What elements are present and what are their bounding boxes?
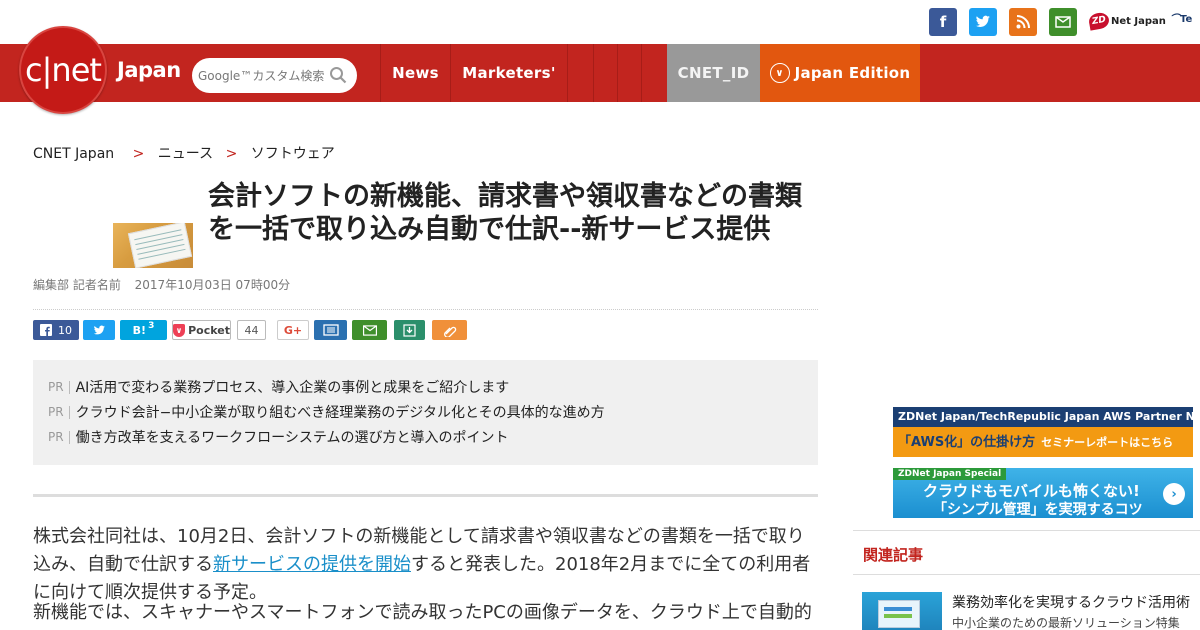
article-title: 会計ソフトの新機能、請求書や領収書などの書類を一括で取り込み自動で仕訳--新サー… [208, 181, 802, 245]
breadcrumb-level1[interactable]: ニュース [158, 146, 213, 162]
breadcrumb-level2[interactable]: ソフトウェア [251, 146, 335, 162]
mail-icon[interactable] [1049, 8, 1077, 36]
rss-icon[interactable] [1009, 8, 1037, 36]
article-byline: 編集部 記者名前 2017年10月03日 07時00分 [33, 276, 290, 293]
article-date: 2017年10月03日 07時00分 [134, 278, 291, 292]
chevron-right-icon: › [1163, 483, 1185, 505]
breadcrumb-separator: > [225, 146, 238, 162]
pocket-button[interactable]: ∨ Pocket [172, 320, 231, 340]
zdnet-logo[interactable]: ZD Net Japan [1087, 9, 1166, 33]
google-plus-button[interactable]: G+ [277, 320, 309, 340]
pr-item[interactable]: PR 働き方改革を支えるワークフローシステムの選び方と導入のポイント [48, 427, 508, 447]
section-divider [33, 494, 818, 497]
nav-empty-3[interactable] [617, 44, 641, 102]
facebook-icon [40, 324, 52, 336]
breadcrumb: CNET Japan > ニュース > ソフトウェア [33, 143, 335, 163]
search-input[interactable] [198, 67, 328, 85]
search-box [192, 58, 357, 93]
sidebar-section-header: 関連記事 [853, 530, 1200, 575]
mail-icon [362, 324, 377, 336]
email-share-button[interactable] [352, 320, 387, 340]
paperclip-icon [443, 326, 456, 337]
techrepublic-logo[interactable]: ⌒Te [1170, 10, 1192, 25]
nav-empty-1[interactable] [567, 44, 593, 102]
twitter-share-button[interactable] [83, 320, 115, 340]
nav-news[interactable]: News [380, 44, 450, 102]
cnet-logo[interactable]: c|net [19, 26, 107, 114]
facebook-share-button[interactable]: 10 [33, 320, 79, 340]
search-icon[interactable] [329, 66, 347, 84]
print-button[interactable] [314, 320, 347, 340]
chevron-down-icon: ∨ [769, 63, 790, 83]
twitter-icon[interactable] [969, 8, 997, 36]
cloud-banner[interactable]: ZDNet Japan Special クラウドもモバイルも怖くない! 「シンプ… [893, 468, 1193, 518]
nav-japan-edition[interactable]: ∨ Japan Edition [760, 44, 920, 102]
nav-cnet-id[interactable]: CNET_ID [667, 44, 760, 102]
article-author: 編集部 記者名前 [33, 278, 121, 292]
nav-empty-4[interactable] [641, 44, 667, 102]
breadcrumb-home[interactable]: CNET Japan [33, 146, 114, 162]
sidebar-heading: 関連記事 [863, 546, 924, 564]
related-title[interactable]: 業務効率化を実現するクラウド活用術 [952, 592, 1190, 612]
article-thumbnail [113, 223, 193, 268]
logo-japan-label: Japan [117, 58, 181, 82]
nav-empty-2[interactable] [593, 44, 617, 102]
utility-bar: f ZD Net Japan ⌒Te [0, 0, 1200, 44]
pr-tag: PR [48, 405, 70, 419]
article-paragraph: 株式会社同社は、10月2日、会計ソフトの新機能として請求書や領収書などの書類を一… [33, 526, 811, 603]
related-thumbnail[interactable] [862, 592, 942, 630]
pr-item[interactable]: PR クラウド会計−中小企業が取り組むべき経理業務のデジタル化とその具体的な進め… [48, 402, 605, 422]
download-icon [403, 323, 416, 337]
pocket-icon: ∨ [173, 323, 186, 337]
nav-marketers[interactable]: Marketers' [450, 44, 567, 102]
facebook-icon[interactable]: f [929, 8, 957, 36]
pr-box: PR AI活用で変わる業務プロセス、導入企業の事例と成果をご紹介します PR ク… [33, 360, 818, 465]
breadcrumb-separator: > [132, 146, 145, 162]
pr-tag: PR [48, 380, 70, 394]
clip-button[interactable] [432, 320, 467, 340]
pr-tag: PR [48, 430, 70, 444]
print-icon [322, 324, 339, 336]
save-button[interactable] [394, 320, 425, 340]
article-paragraph: 新機能では、スキャナーやスマートフォンで読み取ったPCの画像データを、クラウド上… [33, 602, 812, 623]
twitter-icon [93, 325, 105, 334]
hatena-bookmark-button[interactable]: B! 3 [120, 320, 167, 340]
pr-item[interactable]: PR AI活用で変わる業務プロセス、導入企業の事例と成果をご紹介します [48, 377, 509, 397]
related-subtitle: 中小企業のための最新ソリューション特集 [952, 616, 1180, 630]
dotted-divider [33, 309, 818, 310]
article-link[interactable]: 新サービスの提供を開始 [213, 554, 411, 575]
aws-banner[interactable]: ZDNet Japan/TechRepublic Japan AWS Partn… [893, 407, 1193, 457]
pocket-count: 44 [237, 320, 266, 340]
techrepublic-swoosh-icon: ⌒ [1170, 14, 1180, 25]
hatena-icon: B! [132, 323, 147, 337]
